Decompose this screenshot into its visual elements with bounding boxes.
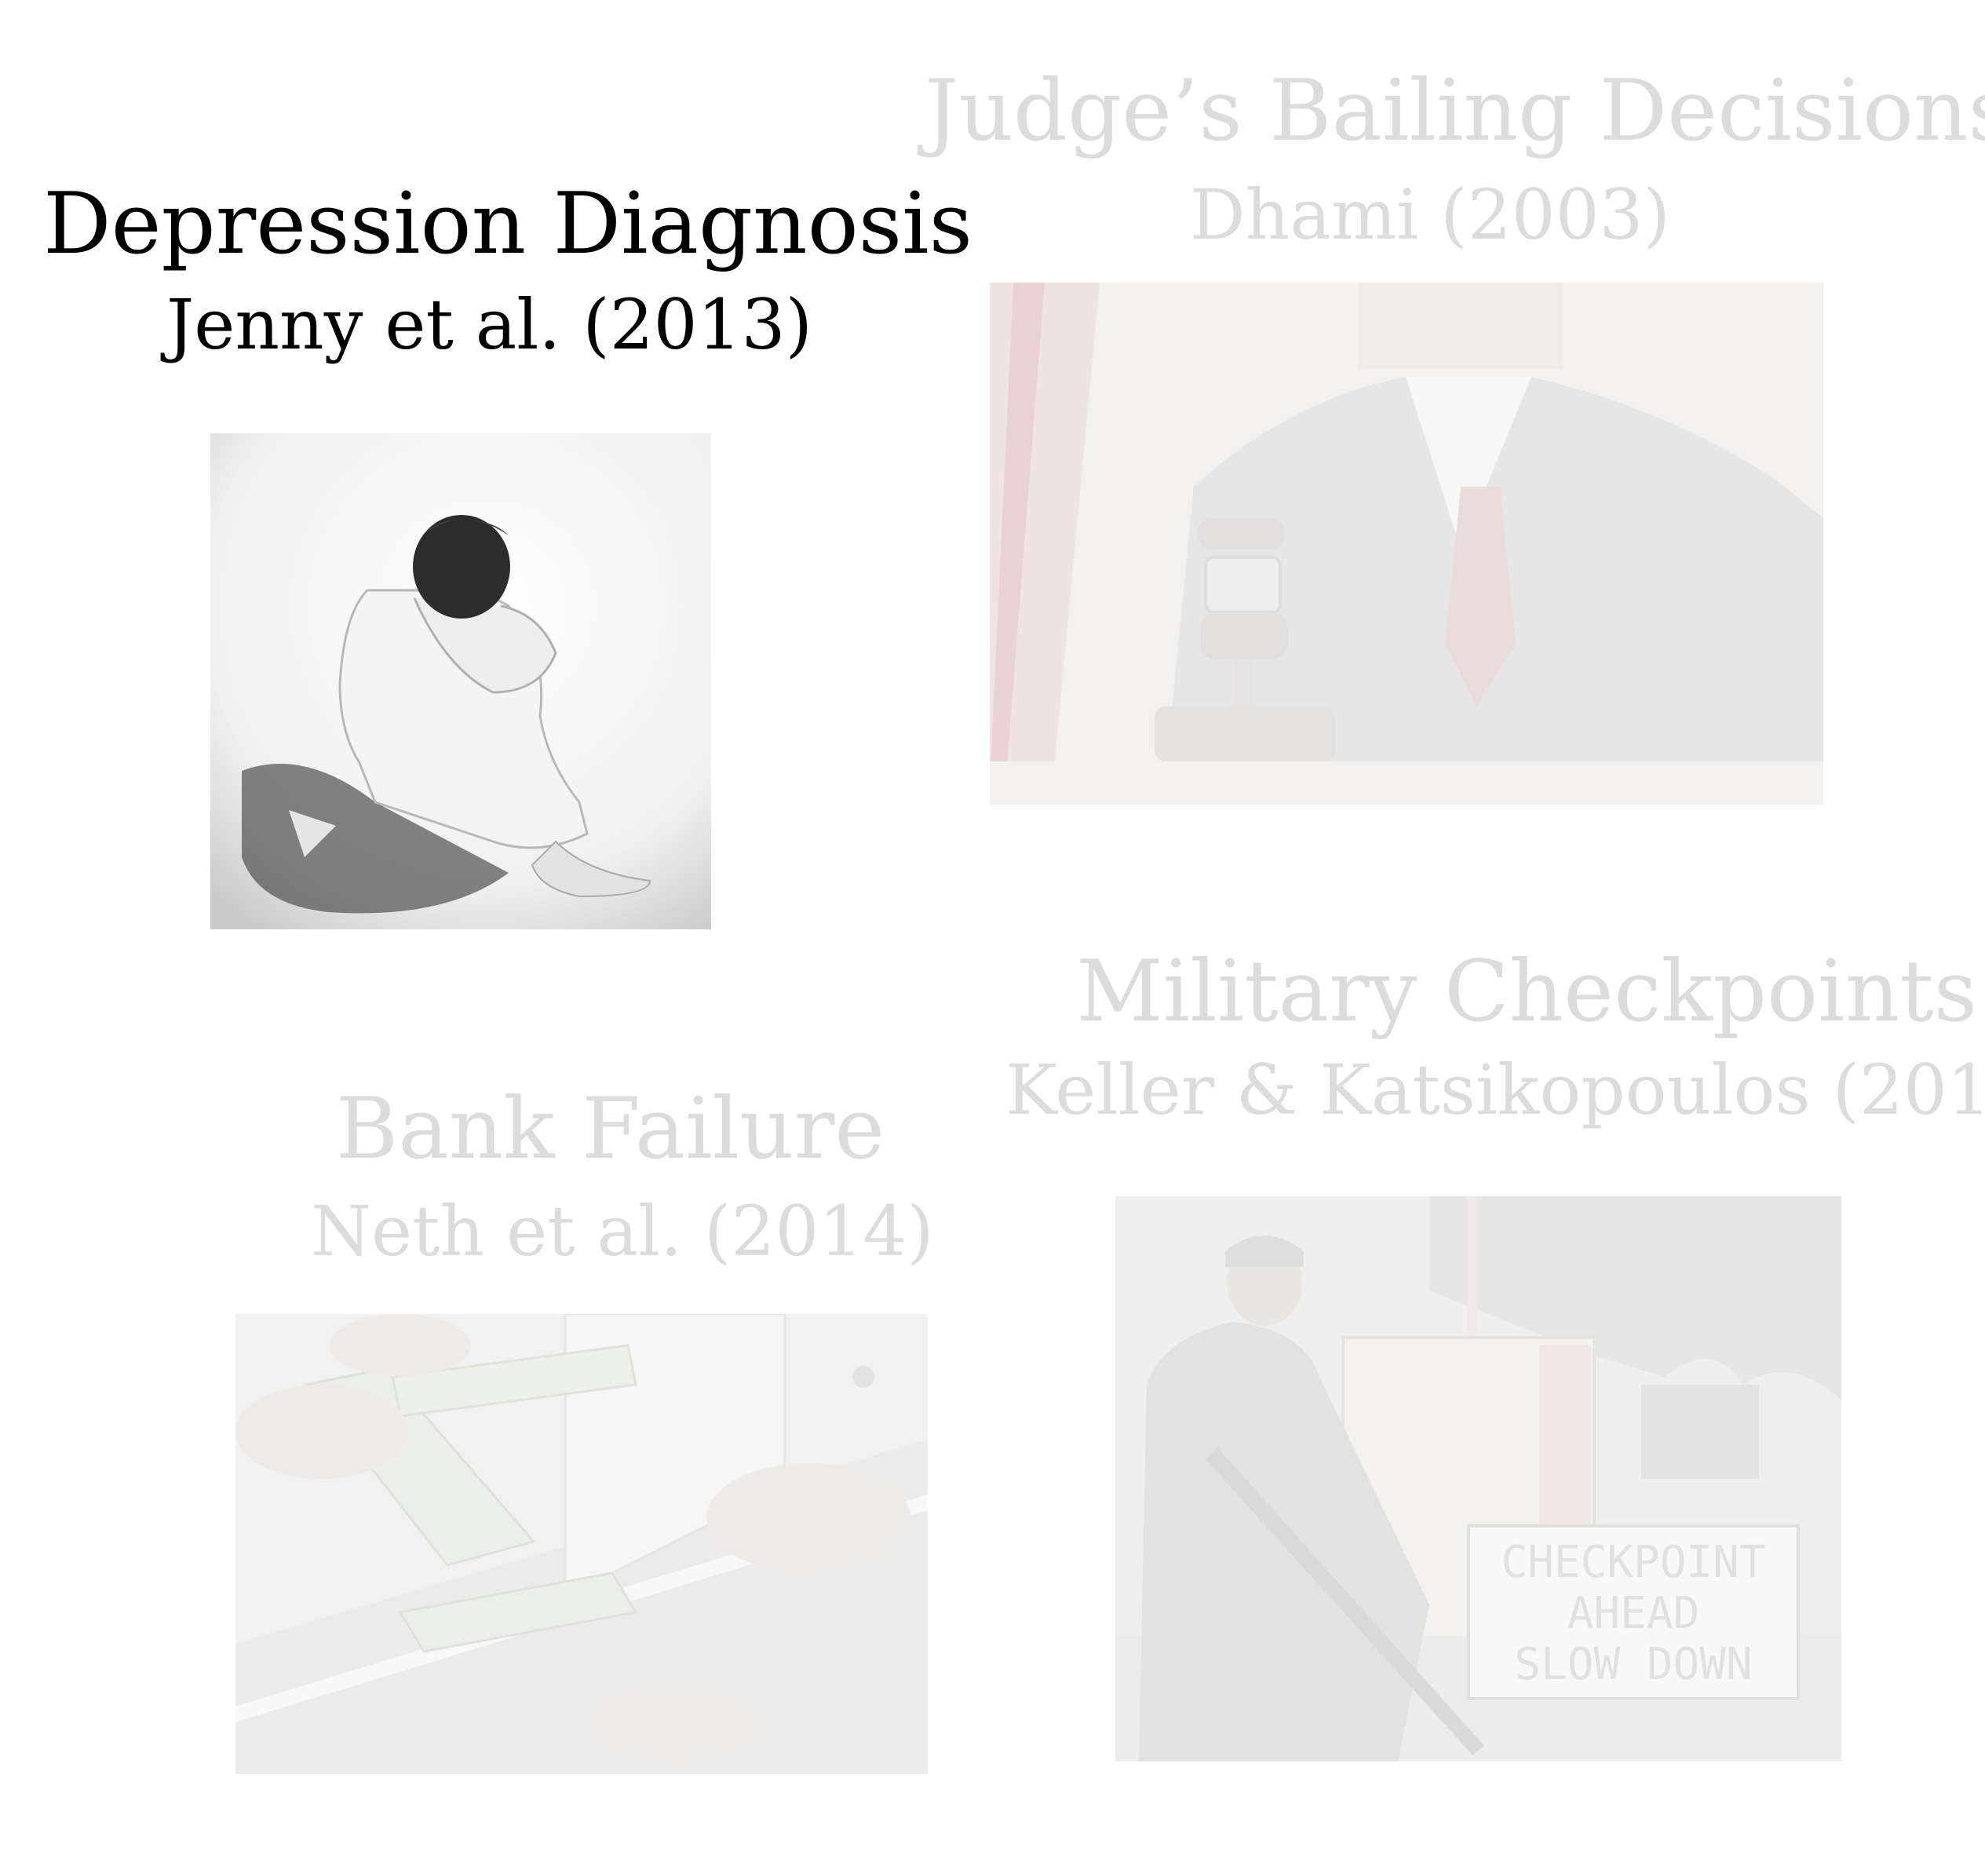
case-title-bank: Bank Failure: [336, 1080, 885, 1178]
sign-line-3: SLOW DOWN: [1514, 1639, 1752, 1690]
case-title-military: Military Checkpoints: [1076, 943, 1978, 1041]
bank-teller-photo: [235, 1314, 928, 1774]
sign-line-2: AHEAD: [1567, 1588, 1700, 1639]
case-citation-military: Keller & Katsikopoulos (2016): [1005, 1049, 1985, 1130]
case-citation-depression: Jenny et al. (2013): [166, 284, 812, 365]
sign-line-1: CHECKPOINT: [1501, 1537, 1765, 1588]
case-title-judge: Judge’s Bailing Decisions: [925, 62, 1985, 160]
soldier-checkpoint-photo: CHECKPOINT AHEAD SLOW DOWN: [1115, 1196, 1841, 1761]
case-title-depression: Depression Diagnosis: [43, 175, 973, 273]
case-citation-bank: Neth et al. (2014): [311, 1191, 934, 1272]
distressed-woman-photo: [210, 433, 711, 929]
case-citation-judge: Dhami (2003): [1190, 174, 1670, 255]
judge-gavel-photo: [990, 283, 1823, 805]
